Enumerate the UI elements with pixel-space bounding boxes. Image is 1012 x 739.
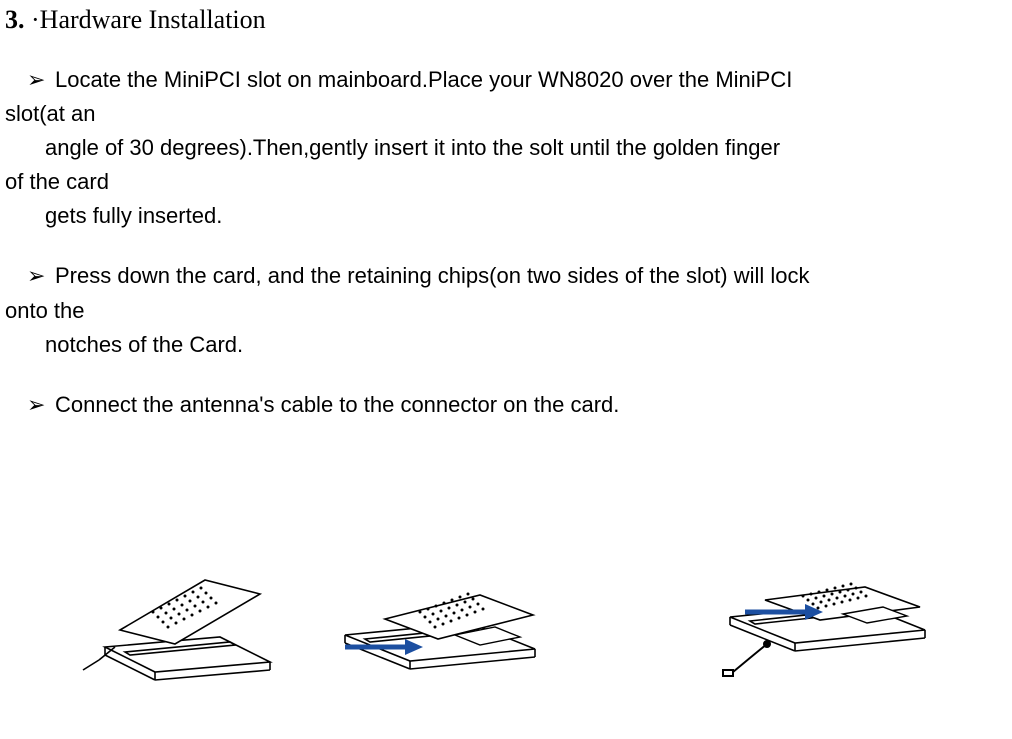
bullet-3-line1: ➢Connect the antenna's cable to the conn… [5,392,619,417]
bullet-1-text-2a: angle of 30 degrees).Then,gently insert … [5,131,1012,165]
bullet-3: ➢Connect the antenna's cable to the conn… [5,388,1012,422]
diagram-insert-angle [75,552,275,682]
bullet-2-line1: ➢Press down the card, and the retaining … [5,263,810,288]
heading-title: Hardware Installation [40,5,266,34]
bullet-3-text-1: Connect the antenna's cable to the conne… [55,392,619,417]
bullet-1-text-1a: Locate the MiniPCI slot on mainboard.Pla… [55,67,792,92]
diagram-connect-antenna [685,542,935,682]
installation-diagrams [5,542,1012,682]
bullet-1-line1: ➢Locate the MiniPCI slot on mainboard.Pl… [5,67,792,92]
bullet-marker-icon: ➢ [33,63,55,97]
bullet-2-text-2: notches of the Card. [5,328,1012,362]
card-antenna-svg [685,542,935,682]
heading-dot: · [31,5,40,34]
bullet-2-text-1a: Press down the card, and the retaining c… [55,263,810,288]
bullet-1-text-3: gets fully inserted. [5,199,1012,233]
bullet-1: ➢Locate the MiniPCI slot on mainboard.Pl… [5,63,1012,233]
card-press-svg [315,557,545,682]
bullet-2-text-1b: onto the [5,294,1012,328]
bullet-marker-icon: ➢ [33,259,55,293]
bullet-1-text-2b: of the card [5,165,1012,199]
bullet-1-text-1b: slot(at an [5,97,1012,131]
bullet-2: ➢Press down the card, and the retaining … [5,259,1012,361]
section-heading: 3. ·Hardware Installation [5,5,1012,35]
bullet-marker-icon: ➢ [33,388,55,422]
diagram-press-down [315,557,545,682]
heading-number: 3. [5,5,25,34]
card-insert-svg [75,552,275,682]
